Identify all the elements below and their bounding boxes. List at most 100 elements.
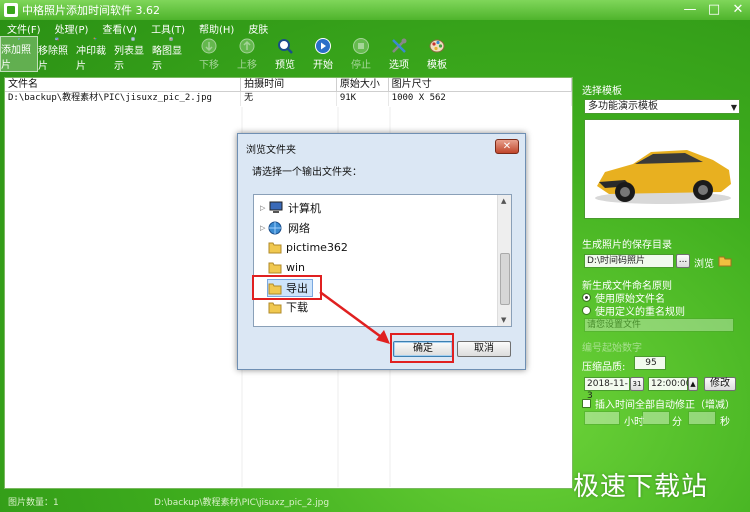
- folder-icon: [268, 262, 282, 274]
- time-input[interactable]: 12:00:00: [648, 377, 691, 391]
- car-image: [585, 120, 739, 218]
- highlight-box-ok: [390, 333, 454, 363]
- start-number-label: 编号起始数字: [582, 343, 642, 354]
- scroll-up-arrow-icon[interactable]: ▲: [501, 197, 506, 205]
- template-select-value: 多功能演示模板: [588, 101, 658, 112]
- dialog-prompt: 请选择一个输出文件夹：: [252, 167, 362, 178]
- menu-view[interactable]: 查看(V): [95, 21, 144, 36]
- time-spinner[interactable]: ▲: [688, 377, 698, 391]
- list-view-button[interactable]: 列表显示: [114, 36, 152, 72]
- tree-scrollbar[interactable]: ▲ ▼: [497, 195, 511, 326]
- crop-label: 冲印裁片: [76, 46, 106, 72]
- scroll-down-arrow-icon[interactable]: ▼: [501, 316, 506, 324]
- chevron-down-icon: ▼: [730, 103, 737, 112]
- column-header-shot-time[interactable]: 拍摄时间: [241, 78, 337, 91]
- network-icon: [268, 221, 282, 235]
- table-row[interactable]: D:\backup\教程素材\PIC\jisuxz_pic_2.jpg 无 91…: [5, 92, 572, 106]
- dialog-title: 浏览文件夹: [246, 145, 296, 156]
- hours-input[interactable]: [584, 411, 620, 425]
- preview-button[interactable]: 预览: [266, 36, 304, 72]
- minutes-input[interactable]: [642, 411, 670, 425]
- remove-photo-icon: [55, 37, 59, 41]
- naming-option-custom-label: 使用定义的重名规则: [595, 307, 685, 318]
- save-dir-label: 生成照片的保存目录: [582, 240, 672, 251]
- toolbar: 添加照片 移除照片 冲印裁片 列表显示 略图显示 下移 上移 预览 开始 停止 …: [0, 36, 750, 72]
- cell-original-size: 91K: [337, 92, 389, 106]
- template-section-label: 选择模板: [582, 86, 622, 97]
- stop-button[interactable]: 停止: [342, 36, 380, 72]
- folder-icon: [268, 302, 282, 314]
- menu-process[interactable]: 处理(P): [48, 21, 96, 36]
- browse-folder-icon[interactable]: [718, 253, 732, 267]
- move-up-button[interactable]: 上移: [228, 36, 266, 72]
- save-dir-input[interactable]: D:\时间码照片: [584, 254, 674, 268]
- tree-item-network[interactable]: ▷ 网络: [260, 220, 310, 236]
- save-dir-ellipsis-button[interactable]: ...: [676, 254, 690, 268]
- folder-icon: [268, 242, 282, 254]
- options-button[interactable]: 选项: [380, 36, 418, 72]
- tree-item-download[interactable]: 下载: [268, 299, 308, 315]
- template-select[interactable]: 多功能演示模板 ▼: [584, 99, 740, 114]
- radio-selected-icon: [582, 293, 591, 302]
- calendar-button[interactable]: 31: [630, 377, 644, 391]
- crop-button[interactable]: 冲印裁片: [76, 36, 114, 72]
- naming-rule-input[interactable]: 请您设置文件: [584, 318, 734, 332]
- checkbox-icon: [582, 399, 591, 408]
- column-header-dimensions[interactable]: 图片尺寸: [389, 78, 572, 91]
- modify-button[interactable]: 修改: [704, 377, 736, 391]
- tree-item-pictime362[interactable]: pictime362: [268, 240, 348, 254]
- column-header-filename[interactable]: 文件名: [5, 78, 242, 91]
- options-label: 选项: [389, 60, 409, 71]
- menu-tools[interactable]: 工具(T): [144, 21, 192, 36]
- photo-count: 图片数量：1: [8, 498, 59, 508]
- thumbnail-view-button[interactable]: 略图显示: [152, 36, 190, 72]
- remove-photo-label: 移除照片: [38, 46, 68, 72]
- close-button[interactable]: ✕: [726, 0, 750, 18]
- auto-correct-checkbox[interactable]: 插入时间全部自动修正（增减）: [582, 396, 735, 411]
- menu-file[interactable]: 文件(F): [0, 21, 48, 36]
- remove-photo-button[interactable]: 移除照片: [38, 36, 76, 72]
- cell-dimensions: 1000 X 562: [389, 92, 572, 106]
- add-photo-icon: [18, 38, 20, 40]
- menu-bar: 文件(F) 处理(P) 查看(V) 工具(T) 帮助(H) 皮肤: [0, 20, 750, 36]
- maximize-button[interactable]: □: [702, 0, 726, 18]
- crop-icon: [93, 37, 97, 41]
- template-label: 模板: [427, 60, 447, 71]
- seconds-input[interactable]: [688, 411, 716, 425]
- status-path: D:\backup\教程素材\PIC\jisuxz_pic_2.jpg: [154, 498, 330, 508]
- quality-input[interactable]: 95: [634, 356, 666, 370]
- cell-filename: D:\backup\教程素材\PIC\jisuxz_pic_2.jpg: [5, 92, 242, 106]
- minimize-button[interactable]: —: [678, 0, 702, 18]
- tree-item-computer[interactable]: ▷ 计算机: [260, 200, 321, 216]
- table-header: 文件名 拍摄时间 原始大小 图片尺寸: [5, 78, 572, 92]
- naming-option-custom[interactable]: 使用定义的重名规则: [582, 303, 685, 318]
- scroll-thumb[interactable]: [500, 253, 510, 305]
- tree-item-win[interactable]: win: [268, 260, 305, 274]
- cancel-button[interactable]: 取消: [457, 341, 511, 357]
- watermark-logo: 极速下载站: [573, 472, 709, 502]
- move-down-label: 下移: [199, 60, 219, 71]
- start-button[interactable]: 开始: [304, 36, 342, 72]
- tree-item-label: 下载: [286, 301, 308, 314]
- column-header-original-size[interactable]: 原始大小: [337, 78, 389, 91]
- expand-arrow-icon[interactable]: ▷: [260, 204, 268, 212]
- menu-skin[interactable]: 皮肤: [241, 21, 275, 36]
- thumbnail-view-label: 略图显示: [152, 46, 182, 72]
- stop-label: 停止: [351, 60, 371, 71]
- dialog-close-button[interactable]: ✕: [495, 139, 519, 154]
- move-down-button[interactable]: 下移: [190, 36, 228, 72]
- tree-item-label: 网络: [288, 222, 310, 235]
- menu-help[interactable]: 帮助(H): [192, 21, 241, 36]
- expand-arrow-icon[interactable]: ▷: [260, 224, 268, 232]
- tree-item-label: 计算机: [288, 202, 321, 215]
- list-view-label: 列表显示: [114, 46, 144, 72]
- add-photo-label: 添加照片: [1, 45, 31, 71]
- template-button[interactable]: 模板: [418, 36, 456, 72]
- move-up-label: 上移: [237, 60, 257, 71]
- browse-label[interactable]: 浏览: [694, 255, 714, 270]
- folder-tree[interactable]: ▷ 计算机 ▷ 网络 pictime362 win 导出 下载 ▲ ▼: [253, 194, 512, 327]
- preview-label: 预览: [275, 60, 295, 71]
- date-input[interactable]: 2018-11-3: [584, 377, 630, 401]
- add-photo-button[interactable]: 添加照片: [0, 36, 38, 72]
- start-label: 开始: [313, 60, 333, 71]
